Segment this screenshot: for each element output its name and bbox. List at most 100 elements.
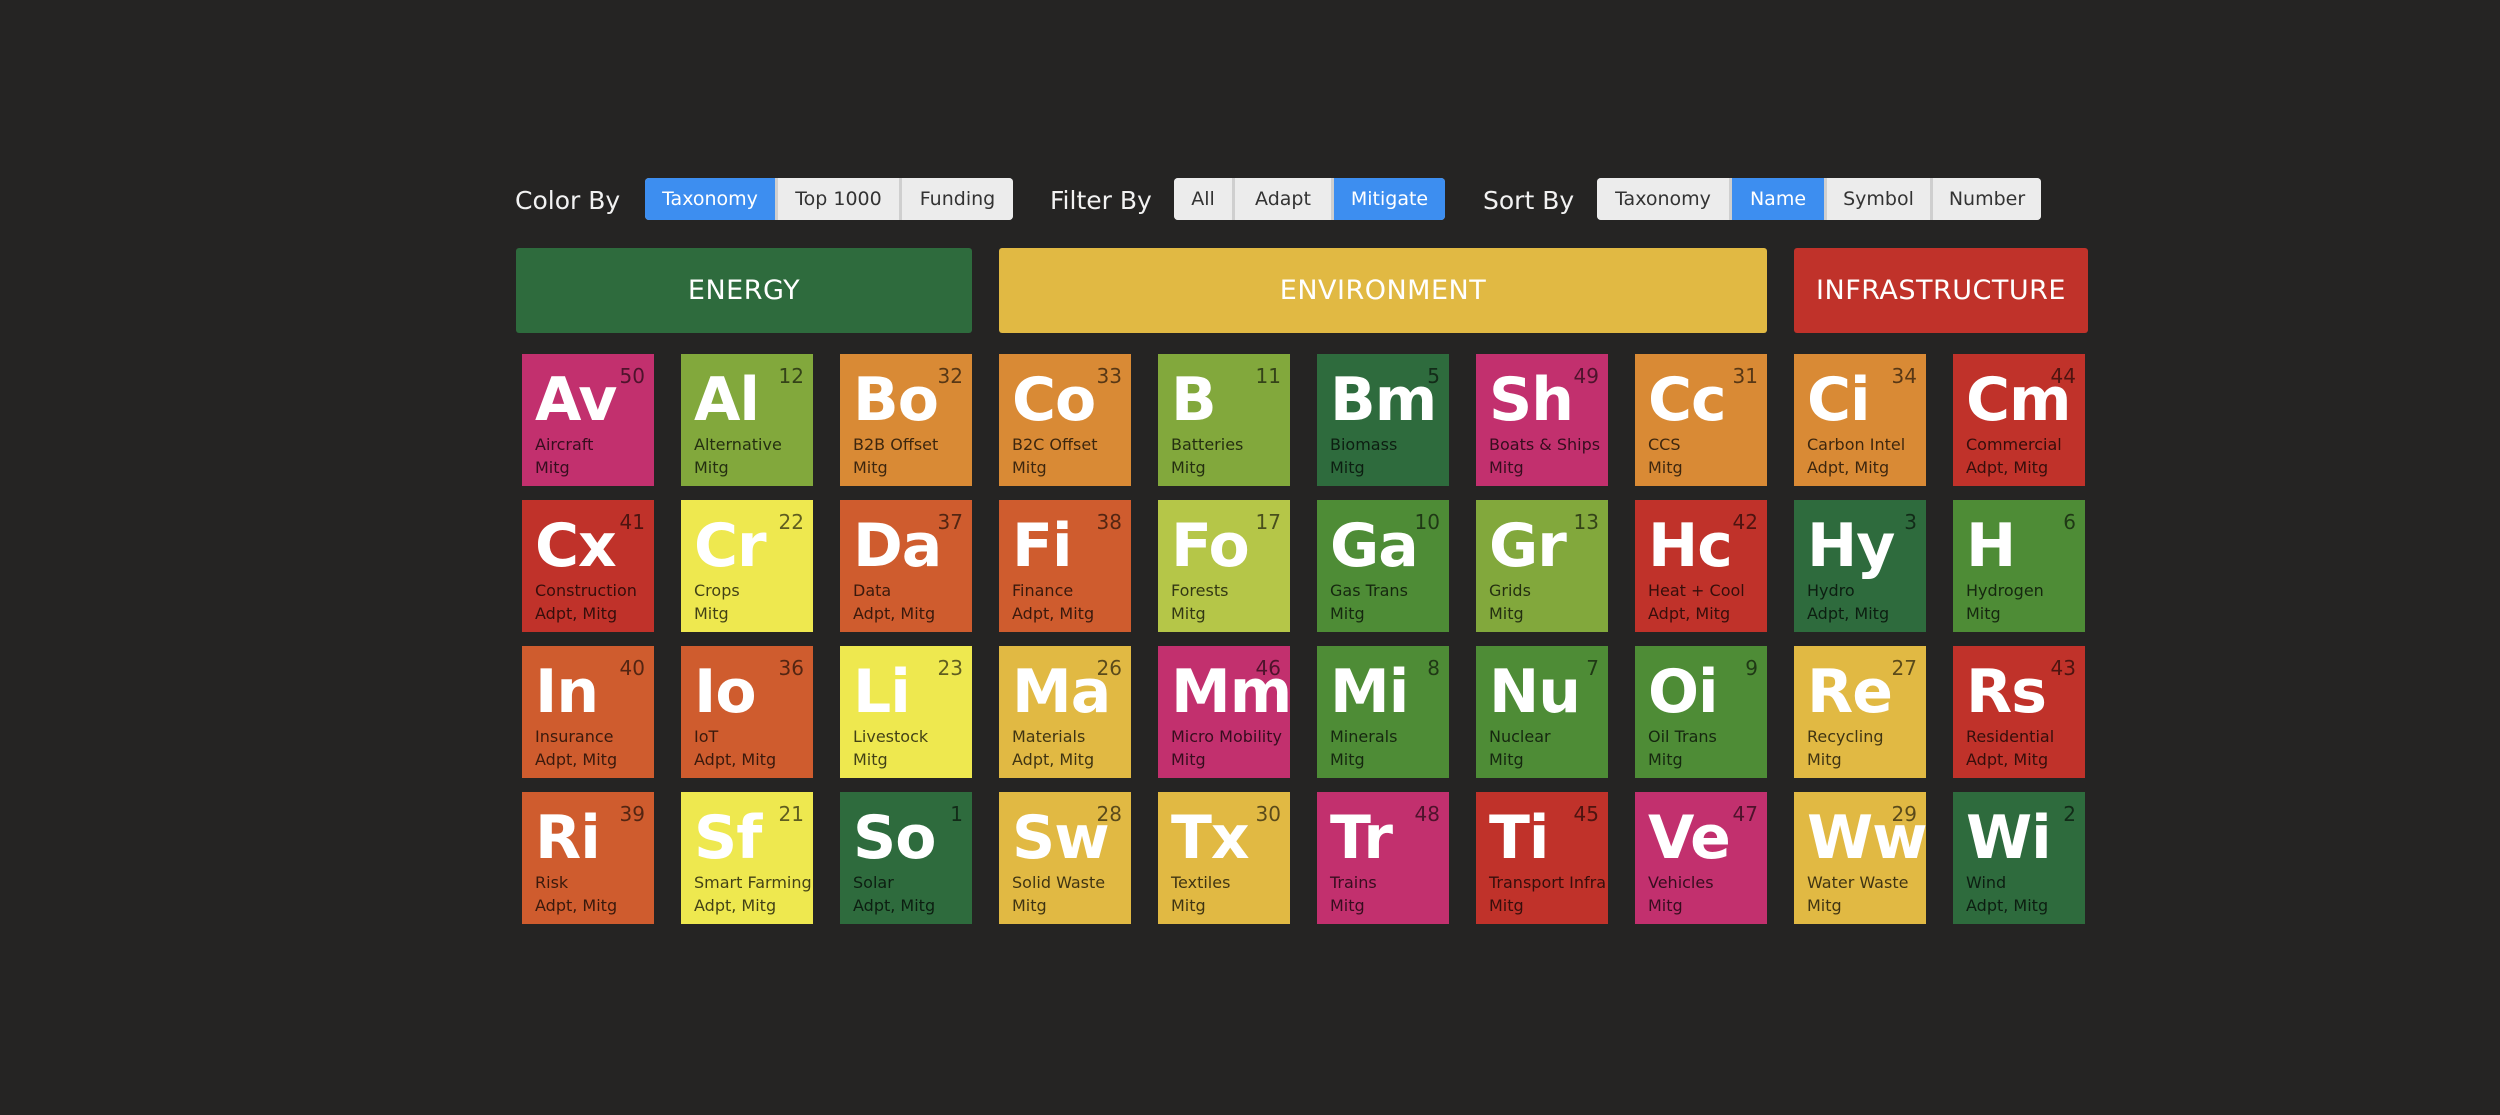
element-number: 34	[1891, 364, 1917, 388]
element-name: Transport Infra	[1489, 873, 1607, 892]
element-tile[interactable]: Ci 34 Carbon Intel Adpt, Mitg	[1794, 354, 1926, 486]
element-symbol: Ve	[1648, 803, 1731, 873]
element-symbol: Ma	[1012, 657, 1111, 727]
filter-all-button[interactable]: All	[1174, 178, 1232, 220]
element-name: Livestock	[853, 727, 929, 746]
element-tile[interactable]: In 40 Insurance Adpt, Mitg	[522, 646, 654, 778]
element-tile[interactable]: Ww 29 Water Waste Mitg	[1794, 792, 1928, 924]
element-symbol: Sf	[694, 803, 762, 873]
element-tile[interactable]: Io 36 IoT Adpt, Mitg	[681, 646, 813, 778]
element-number: 44	[2050, 364, 2076, 388]
element-name: Alternative	[694, 435, 782, 454]
element-symbol: Al	[694, 365, 760, 435]
element-name: Nuclear	[1489, 727, 1551, 746]
element-name: Aircraft	[535, 435, 594, 454]
element-tile[interactable]: Tx 30 Textiles Mitg	[1158, 792, 1290, 924]
element-number: 7	[1586, 656, 1599, 680]
color-by-top1000-button[interactable]: Top 1000	[778, 178, 899, 220]
element-name: Hydrogen	[1966, 581, 2044, 600]
sort-number-button[interactable]: Number	[1933, 178, 2041, 220]
element-tile[interactable]: Ri 39 Risk Adpt, Mitg	[522, 792, 654, 924]
element-tags: Adpt, Mitg	[1966, 750, 2049, 769]
element-tags: Mitg	[1489, 604, 1524, 623]
element-tile[interactable]: Nu 7 Nuclear Mitg	[1476, 646, 1608, 778]
element-tile[interactable]: Mm 46 Micro Mobility Mitg	[1158, 646, 1292, 778]
category-infrastructure[interactable]: INFRASTRUCTURE	[1794, 248, 2088, 333]
element-tile[interactable]: Al 12 Alternative Mitg	[681, 354, 813, 486]
element-tile[interactable]: So 1 Solar Adpt, Mitg	[840, 792, 972, 924]
element-tile[interactable]: Cc 31 CCS Mitg	[1635, 354, 1767, 486]
element-tile[interactable]: Fi 38 Finance Adpt, Mitg	[999, 500, 1131, 632]
element-symbol: Ga	[1330, 511, 1419, 581]
element-tags: Mitg	[1330, 604, 1365, 623]
element-symbol: Ti	[1489, 803, 1549, 873]
color-by-funding-button[interactable]: Funding	[902, 178, 1013, 220]
element-tile[interactable]: H 6 Hydrogen Mitg	[1953, 500, 2085, 632]
filter-adapt-button[interactable]: Adapt	[1235, 178, 1331, 220]
element-tile[interactable]: Ve 47 Vehicles Mitg	[1635, 792, 1767, 924]
element-tags: Adpt, Mitg	[535, 750, 618, 769]
element-tile[interactable]: Da 37 Data Adpt, Mitg	[840, 500, 972, 632]
element-number: 27	[1891, 656, 1917, 680]
element-symbol: Gr	[1489, 511, 1567, 581]
element-tile[interactable]: Rs 43 Residential Adpt, Mitg	[1953, 646, 2085, 778]
element-tile[interactable]: Li 23 Livestock Mitg	[840, 646, 972, 778]
element-tile[interactable]: Ti 45 Transport Infra Mitg	[1476, 792, 1608, 924]
element-number: 5	[1427, 364, 1440, 388]
element-tags: Adpt, Mitg	[1807, 604, 1890, 623]
color-by-taxonomy-button[interactable]: Taxonomy	[645, 178, 775, 220]
element-tags: Mitg	[1012, 896, 1047, 915]
element-tile[interactable]: Sh 49 Boats & Ships Mitg	[1476, 354, 1608, 486]
element-tile[interactable]: Cm 44 Commercial Adpt, Mitg	[1953, 354, 2085, 486]
element-name: Boats & Ships	[1489, 435, 1601, 454]
element-tags: Mitg	[853, 458, 888, 477]
element-tile[interactable]: Bm 5 Biomass Mitg	[1317, 354, 1449, 486]
element-name: Micro Mobility	[1171, 727, 1282, 746]
element-tile[interactable]: Ma 26 Materials Adpt, Mitg	[999, 646, 1131, 778]
element-tile[interactable]: Wi 2 Wind Adpt, Mitg	[1953, 792, 2085, 924]
color-by-label: Color By	[515, 186, 621, 215]
element-symbol: Re	[1807, 657, 1893, 727]
element-number: 1	[950, 802, 963, 826]
element-tile[interactable]: Mi 8 Minerals Mitg	[1317, 646, 1449, 778]
sort-symbol-button[interactable]: Symbol	[1827, 178, 1930, 220]
element-tile[interactable]: Re 27 Recycling Mitg	[1794, 646, 1926, 778]
category-energy[interactable]: ENERGY	[516, 248, 972, 333]
element-symbol: Li	[853, 657, 911, 727]
element-tile[interactable]: Gr 13 Grids Mitg	[1476, 500, 1608, 632]
element-tile[interactable]: Co 33 B2C Offset Mitg	[999, 354, 1131, 486]
element-tags: Mitg	[1648, 458, 1683, 477]
element-symbol: In	[535, 657, 599, 727]
element-tile[interactable]: Av 50 Aircraft Mitg	[522, 354, 654, 486]
element-number: 50	[619, 364, 645, 388]
sort-by-label: Sort By	[1483, 186, 1575, 215]
filter-mitigate-button[interactable]: Mitigate	[1334, 178, 1445, 220]
element-tags: Mitg	[1171, 458, 1206, 477]
element-number: 9	[1745, 656, 1758, 680]
element-tile[interactable]: Ga 10 Gas Trans Mitg	[1317, 500, 1449, 632]
element-tile[interactable]: Bo 32 B2B Offset Mitg	[840, 354, 972, 486]
element-tile[interactable]: Tr 48 Trains Mitg	[1317, 792, 1449, 924]
element-tags: Mitg	[1330, 750, 1365, 769]
element-tile[interactable]: B 11 Batteries Mitg	[1158, 354, 1290, 486]
element-number: 38	[1096, 510, 1122, 534]
element-tile[interactable]: Fo 17 Forests Mitg	[1158, 500, 1290, 632]
element-tile[interactable]: Sw 28 Solid Waste Mitg	[999, 792, 1131, 924]
sort-taxonomy-button[interactable]: Taxonomy	[1597, 178, 1729, 220]
element-tile[interactable]: Cr 22 Crops Mitg	[681, 500, 813, 632]
element-symbol: Bm	[1330, 365, 1437, 435]
element-tile[interactable]: Hy 3 Hydro Adpt, Mitg	[1794, 500, 1926, 632]
element-symbol: Tr	[1330, 803, 1393, 873]
element-tile[interactable]: Oi 9 Oil Trans Mitg	[1635, 646, 1767, 778]
element-tile[interactable]: Cx 41 Construction Adpt, Mitg	[522, 500, 654, 632]
filter-by-label: Filter By	[1050, 186, 1152, 215]
element-tags: Mitg	[1807, 896, 1842, 915]
category-environment[interactable]: ENVIRONMENT	[999, 248, 1767, 333]
element-tags: Adpt, Mitg	[853, 896, 936, 915]
sort-name-button[interactable]: Name	[1732, 178, 1824, 220]
element-tags: Mitg	[853, 750, 888, 769]
element-tile[interactable]: Sf 21 Smart Farming Adpt, Mitg	[681, 792, 813, 924]
element-tile[interactable]: Hc 42 Heat + Cool Adpt, Mitg	[1635, 500, 1767, 632]
element-name: Heat + Cool	[1648, 581, 1745, 600]
element-number: 48	[1414, 802, 1440, 826]
